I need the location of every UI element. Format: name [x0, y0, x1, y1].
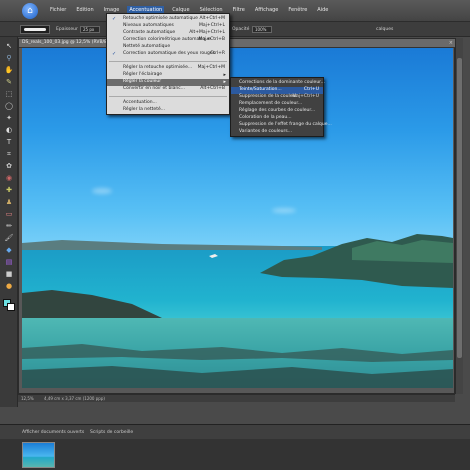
submenu-item-hue-saturation[interactable]: Teinte/Saturation... Ctrl+U — [231, 87, 323, 94]
thickness-field[interactable]: 25 px — [80, 26, 100, 33]
shape-tool-icon[interactable]: ■ — [3, 269, 15, 279]
menu-item-auto-smart-fix[interactable]: ✓ Retouche optimisée automatique Alt+Ctrl+… — [107, 16, 229, 23]
menu-filtre[interactable]: Filtre — [231, 6, 247, 14]
accentuation-menu: ✓ Retouche optimisée automatique Alt+Ctrl+… — [106, 13, 230, 115]
menu-aide[interactable]: Aide — [315, 6, 330, 14]
submenu-item-remove-color[interactable]: Suppression de la couleur Maj+Ctrl+U — [231, 94, 323, 101]
options-bar: Epaisseur 25 px Opacité 100% calques — [0, 22, 470, 37]
gradient-tool-icon[interactable]: ▤ — [3, 257, 15, 267]
check-icon: ✓ — [112, 16, 117, 22]
document-thumbnail[interactable] — [22, 442, 55, 468]
healing-brush-icon[interactable]: ✚ — [3, 185, 15, 195]
menu-affichage[interactable]: Affichage — [253, 6, 281, 14]
menu-item-adjust-color[interactable]: Régler la couleur ▸ — [107, 79, 229, 86]
submenu-item-replace-color[interactable]: Remplacement de couleur... — [231, 101, 323, 108]
move-tool-icon[interactable]: ↖ — [3, 41, 15, 51]
menu-edition[interactable]: Edition — [74, 6, 95, 14]
blur-tool-icon[interactable]: ● — [3, 281, 15, 291]
status-bar: 12,5% 4,49 cm x 3,37 cm (1200 ppp) — [18, 394, 455, 402]
menu-item-auto-color[interactable]: Correction colorimétrique automatique Maj… — [107, 37, 229, 44]
home-icon[interactable]: ⌂ — [22, 3, 38, 19]
thickness-label: Epaisseur — [56, 27, 78, 32]
eyedropper-icon[interactable]: ✎ — [3, 77, 15, 87]
menu-item-adjust-lighting[interactable]: Régler l'éclairage ▸ — [107, 72, 229, 79]
hand-tool-icon[interactable]: ✋ — [3, 65, 15, 75]
layers-label: calques — [376, 27, 394, 32]
seaweed-line — [22, 344, 453, 362]
menu-separator — [109, 61, 227, 62]
menu-item-auto-sharpen[interactable]: Netteté automatique — [107, 44, 229, 51]
menu-fichier[interactable]: Fichier — [48, 6, 68, 14]
submenu-item-color-curves[interactable]: Réglage des courbes de couleur... — [231, 108, 323, 115]
menu-item-unsharp-mask[interactable]: Accentuation... — [107, 100, 229, 107]
clone-stamp-icon[interactable]: ♟ — [3, 197, 15, 207]
seaweed-foreground — [22, 366, 453, 388]
check-icon: ✓ — [112, 51, 117, 57]
menu-item-auto-red-eye[interactable]: ✓ Correction automatique des yeux rouges C… — [107, 51, 229, 58]
paint-bucket-icon[interactable]: ◆ — [3, 245, 15, 255]
vertical-scrollbar[interactable] — [455, 38, 463, 394]
document-title: DS_reals_100_03.jpg @ 12,5% (RVB/8*) — [22, 40, 111, 45]
lasso-tool-icon[interactable]: ◯ — [3, 101, 15, 111]
bin-scripts-button[interactable]: Scripts de corbeille — [90, 430, 133, 435]
opacity-field[interactable]: 100% — [252, 26, 272, 33]
pencil-icon[interactable]: ✏ — [3, 221, 15, 231]
eraser-icon[interactable]: ▭ — [3, 209, 15, 219]
menu-item-adjust-smart-fix[interactable]: Régler la retouche optimisée... Maj+Ctrl+… — [107, 65, 229, 72]
marquee-tool-icon[interactable]: ⬚ — [3, 89, 15, 99]
menu-bar: ⌂ Fichier Edition Image Accentuation Cal… — [0, 0, 470, 22]
zoom-tool-icon[interactable]: ⚲ — [3, 53, 15, 63]
crop-tool-icon[interactable]: ⌗ — [3, 149, 15, 159]
zoom-level[interactable]: 12,5% — [21, 396, 34, 401]
submenu-item-defringe[interactable]: Suppression de l'effet frange du calque.… — [231, 122, 332, 129]
brush-selection-icon[interactable]: ◐ — [3, 125, 15, 135]
cookie-cutter-icon[interactable]: ✿ — [3, 161, 15, 171]
menu-fenetre[interactable]: Fenêtre — [286, 6, 309, 14]
magic-wand-icon[interactable]: ✦ — [3, 113, 15, 123]
document-tab[interactable]: DS_reals_100_03.jpg @ 12,5% (RVB/8*) × — [19, 39, 456, 48]
project-bin: Afficher documents ouverts Scripts de co… — [0, 424, 470, 470]
menu-item-adjust-sharpness[interactable]: Régler la netteté... — [107, 107, 229, 114]
red-eye-tool-icon[interactable]: ◉ — [3, 173, 15, 183]
show-open-docs-dropdown[interactable]: Afficher documents ouverts — [22, 430, 84, 435]
document-size: 4,49 cm x 3,37 cm (1200 ppp) — [44, 396, 105, 401]
adjust-color-submenu: Corrections de la dominante couleur... T… — [230, 77, 332, 137]
bin-header: Afficher documents ouverts Scripts de co… — [0, 425, 470, 439]
text-tool-icon[interactable]: T — [3, 137, 15, 147]
brush-tool-icon[interactable]: 🖌 — [3, 233, 15, 243]
submenu-arrow-icon: ▸ — [223, 79, 226, 85]
menu-item-auto-levels[interactable]: Niveaux automatiques Maj+Ctrl+L — [107, 23, 229, 30]
brush-stroke-icon — [24, 28, 46, 31]
scrollbar-thumb[interactable] — [457, 58, 462, 358]
submenu-item-color-variations[interactable]: Variantes de couleurs... — [231, 129, 323, 136]
menu-item-convert-bw[interactable]: Convertir en noir et blanc... Alt+Ctrl+B — [107, 86, 229, 93]
background-color-swatch[interactable] — [7, 303, 15, 311]
submenu-arrow-icon: ▸ — [223, 72, 226, 78]
close-icon[interactable]: × — [449, 40, 453, 46]
submenu-item-remove-color-cast[interactable]: Corrections de la dominante couleur... — [231, 80, 325, 87]
opacity-label: Opacité — [232, 27, 250, 32]
menu-separator — [109, 96, 227, 97]
toolbox: ↖ ⚲ ✋ ✎ ⬚ ◯ ✦ ◐ T ⌗ ✿ ◉ ✚ ♟ ▭ ✏ 🖌 ◆ ▤ ■ … — [0, 37, 18, 407]
submenu-item-skin-tone[interactable]: Coloration de la peau... — [231, 115, 323, 122]
menu-item-auto-contrast[interactable]: Contraste automatique Alt+Maj+Ctrl+L — [107, 30, 229, 37]
